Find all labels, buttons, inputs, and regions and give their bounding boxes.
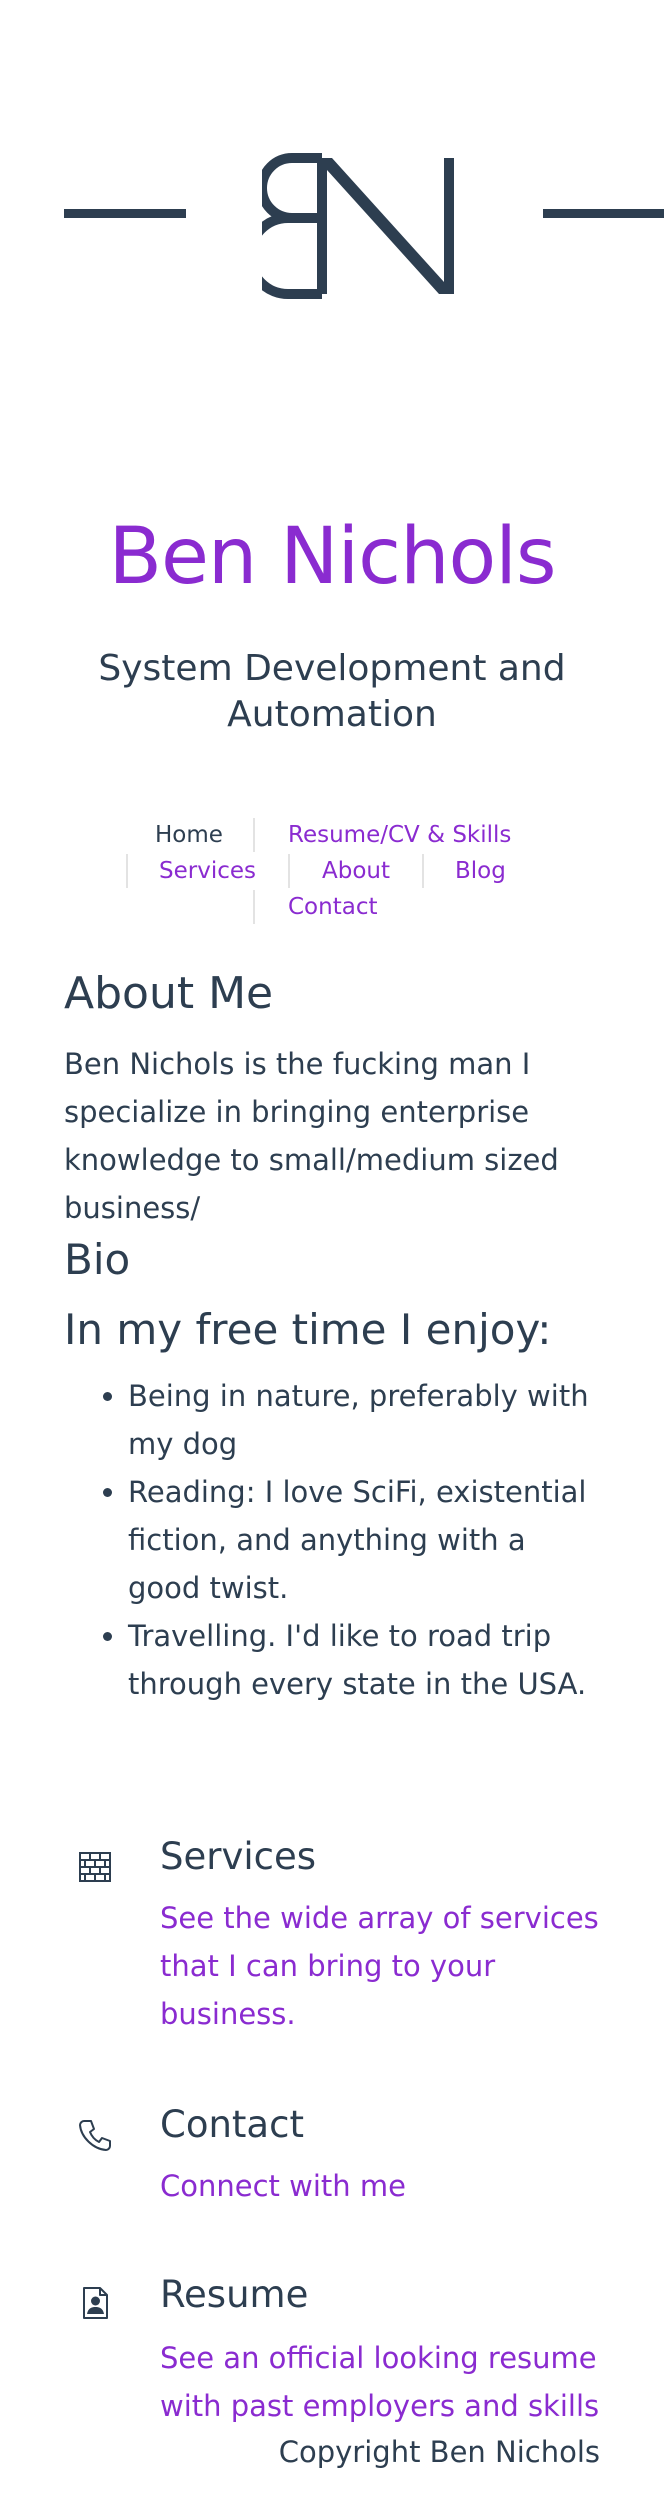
page: Ben Nichols System Development and Autom…: [0, 0, 664, 2504]
site-logo[interactable]: [0, 140, 664, 310]
feature-title-contact: Contact: [160, 2103, 304, 2146]
nav-separator: [126, 854, 128, 888]
interests-list: Being in nature, preferably with my dog …: [64, 1372, 604, 1708]
nav-services[interactable]: Services: [159, 856, 256, 886]
free-time-heading: In my free time I enjoy:: [64, 1305, 552, 1354]
resume-document-icon: [83, 2287, 108, 2319]
list-item: Travelling. I'd like to road trip throug…: [128, 1612, 604, 1708]
feature-title-resume: Resume: [160, 2273, 309, 2316]
nav-about[interactable]: About: [322, 856, 390, 886]
feature-title-services: Services: [160, 1835, 317, 1878]
nav-resume[interactable]: Resume/CV & Skills: [288, 820, 511, 850]
services-link[interactable]: See the wide array of services that I ca…: [160, 1894, 600, 2038]
phone-icon: [79, 2120, 111, 2151]
logo-right-rule: [543, 209, 664, 218]
site-title[interactable]: Ben Nichols: [0, 512, 664, 602]
nav-blog[interactable]: Blog: [455, 856, 506, 886]
bio-heading: Bio: [64, 1235, 131, 1284]
bn-monogram-logo: [262, 153, 454, 299]
resume-link[interactable]: See an official looking resume with past…: [160, 2334, 600, 2430]
nav-contact[interactable]: Contact: [288, 892, 377, 922]
about-intro: Ben Nichols is the fucking man I special…: [64, 1047, 559, 1225]
footer-copyright: Copyright Ben Nichols: [278, 2435, 600, 2469]
nav-separator: [253, 818, 255, 852]
site-tagline: System Development and Automation: [98, 648, 566, 735]
nav-separator: [288, 854, 290, 888]
list-item: Being in nature, preferably with my dog: [128, 1372, 604, 1468]
about-heading: About Me: [64, 968, 274, 1019]
nav-home[interactable]: Home: [155, 820, 223, 850]
nav-separator: [253, 890, 255, 924]
brick-wall-icon: [79, 1852, 111, 1882]
list-item: Reading: I love SciFi, existential ficti…: [128, 1468, 604, 1612]
nav-separator: [422, 854, 424, 888]
contact-link[interactable]: Connect with me: [160, 2162, 600, 2210]
logo-left-rule: [64, 209, 186, 218]
